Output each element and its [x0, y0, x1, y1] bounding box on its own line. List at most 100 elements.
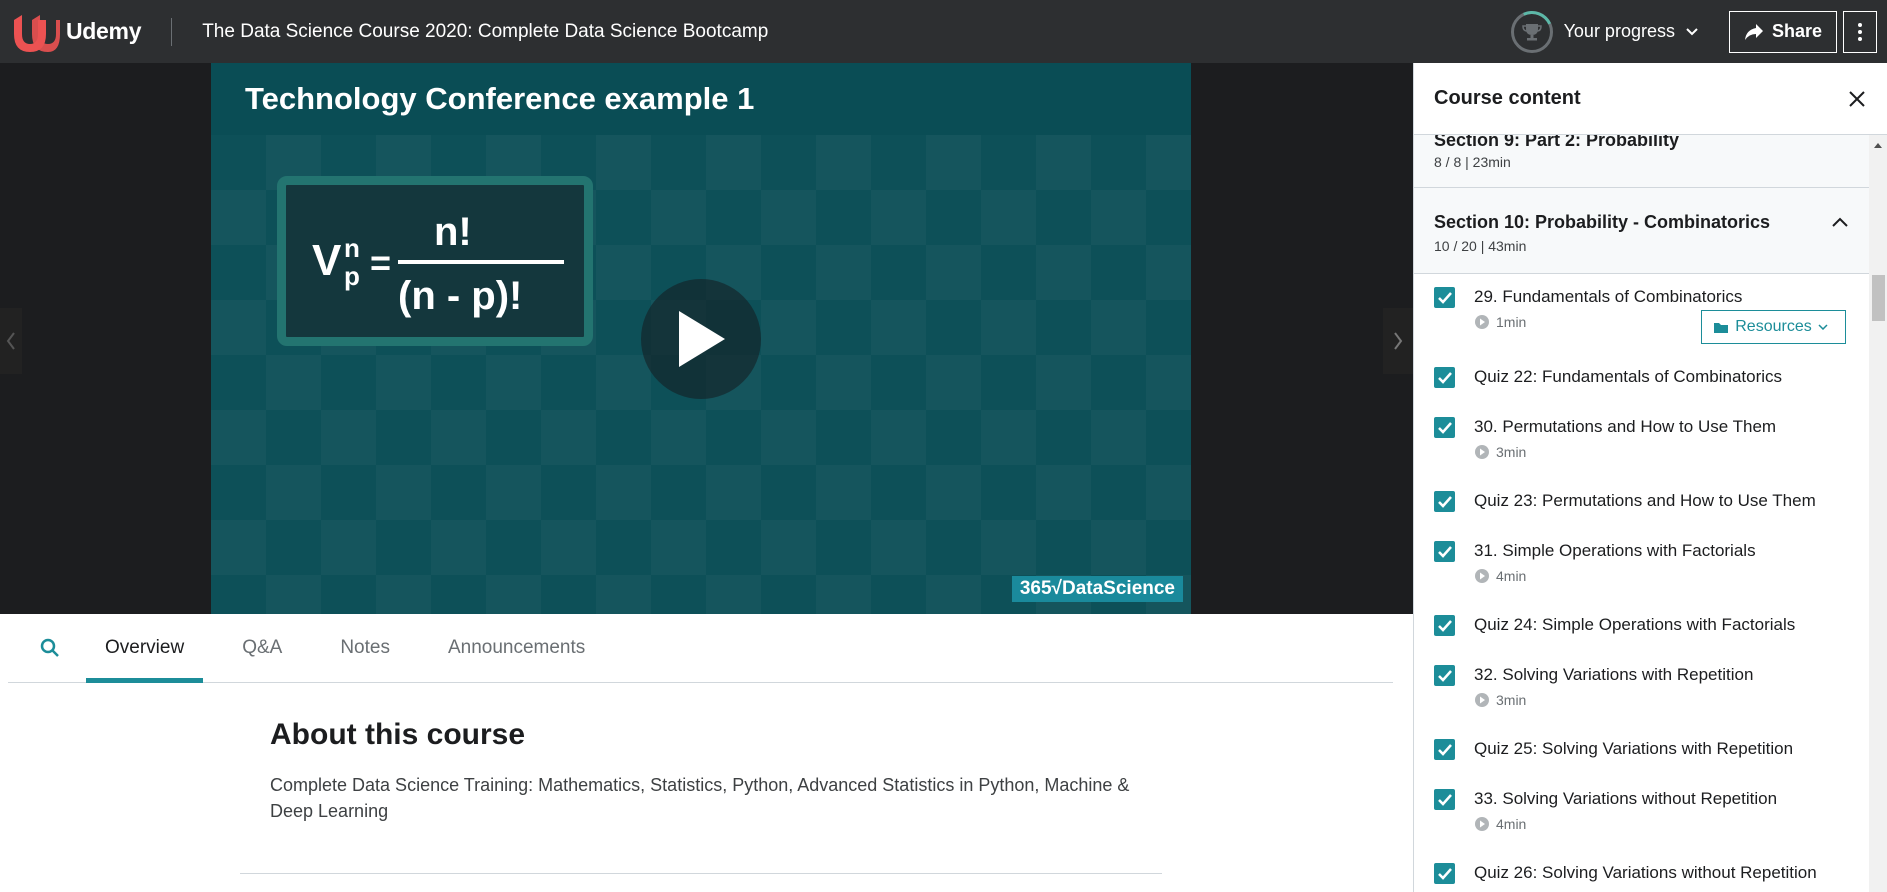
lecture-item[interactable]: 29. Fundamentals of Combinatorics 1min R…: [1414, 287, 1869, 357]
completed-checkbox[interactable]: [1434, 541, 1455, 562]
lecture-title: 30. Permutations and How to Use Them: [1474, 417, 1777, 436]
play-circle-icon: [1475, 817, 1489, 831]
completed-checkbox[interactable]: [1434, 789, 1455, 810]
lecture-item[interactable]: 30. Permutations and How to Use Them 3mi…: [1414, 417, 1869, 460]
365-datascience-badge: 365√DataScience: [1011, 576, 1183, 602]
tab-notes[interactable]: Notes: [321, 614, 409, 683]
slide-title: Technology Conference example 1: [245, 81, 755, 116]
chevron-down-icon[interactable]: [1685, 27, 1699, 37]
play-circle-icon: [1475, 693, 1489, 707]
completed-checkbox[interactable]: [1434, 739, 1455, 760]
completed-checkbox[interactable]: [1434, 287, 1455, 308]
resources-label: Resources: [1735, 318, 1812, 335]
scroll-up-arrow-icon[interactable]: [1873, 141, 1883, 149]
duration-text: 3min: [1496, 692, 1527, 708]
section-header-9[interactable]: Section 9: Part 2: Probability 8 / 8 | 2…: [1414, 135, 1869, 188]
search-icon: [40, 638, 59, 657]
checkmark-icon: [1437, 669, 1452, 682]
svg-text:V: V: [312, 236, 342, 285]
svg-text:n!: n!: [434, 210, 472, 254]
play-circle-icon: [1475, 315, 1489, 329]
progress-label[interactable]: Your progress: [1564, 21, 1675, 42]
checkmark-icon: [1437, 421, 1452, 434]
search-button[interactable]: [14, 614, 86, 683]
folder-icon: [1714, 322, 1729, 333]
lecture-title: 32. Solving Variations with Repetition: [1474, 665, 1754, 684]
lecture-item[interactable]: 31. Simple Operations with Factorials 4m…: [1414, 541, 1869, 584]
duration-text: 1min: [1496, 314, 1527, 330]
lecture-item[interactable]: 32. Solving Variations with Repetition 3…: [1414, 665, 1869, 708]
tab-qa[interactable]: Q&A: [223, 614, 301, 683]
quiz-item[interactable]: Quiz 24: Simple Operations with Factoria…: [1414, 615, 1869, 636]
duration-text: 4min: [1496, 816, 1527, 832]
completed-checkbox[interactable]: [1434, 417, 1455, 438]
lecture-duration: 3min: [1474, 692, 1869, 708]
share-button[interactable]: Share: [1728, 10, 1837, 53]
udemy-logo[interactable]: Udemy: [0, 0, 142, 63]
next-lecture-button[interactable]: [1383, 308, 1413, 374]
completed-checkbox[interactable]: [1434, 367, 1455, 388]
section-meta: 8 / 8 | 23min: [1434, 154, 1511, 170]
about-title: About this course: [270, 718, 526, 751]
lecture-title: 33. Solving Variations without Repetitio…: [1474, 789, 1778, 808]
checkmark-icon: [1437, 867, 1452, 880]
svg-text:(n - p)!: (n - p)!: [398, 274, 522, 318]
checkmark-icon: [1437, 545, 1452, 558]
checkmark-icon: [1437, 371, 1452, 384]
lecture-item[interactable]: 33. Solving Variations without Repetitio…: [1414, 789, 1869, 832]
sidebar-scrollbar[interactable]: [1869, 135, 1887, 892]
lecture-duration: 4min: [1474, 568, 1869, 584]
resources-button[interactable]: Resources: [1701, 310, 1846, 344]
lecture-duration: 3min: [1474, 444, 1869, 460]
section-title: Section 9: Part 2: Probability: [1434, 135, 1680, 150]
lecture-title: 29. Fundamentals of Combinatorics: [1474, 287, 1743, 306]
completed-checkbox[interactable]: [1434, 491, 1455, 512]
brand-name: Udemy: [66, 18, 142, 44]
course-title[interactable]: The Data Science Course 2020: Complete D…: [202, 21, 768, 43]
progress-ring[interactable]: [1510, 10, 1553, 53]
quiz-item[interactable]: Quiz 23: Permutations and How to Use The…: [1414, 491, 1869, 512]
slide-header: Technology Conference example 1: [211, 63, 1191, 135]
tab-overview[interactable]: Overview: [86, 614, 204, 683]
share-arrow-icon: [1744, 23, 1763, 40]
completed-checkbox[interactable]: [1434, 615, 1455, 636]
play-circle-icon: [1475, 569, 1489, 583]
duration-text: 4min: [1496, 568, 1527, 584]
section-meta: 10 / 20 | 43min: [1434, 238, 1527, 254]
close-sidebar-button[interactable]: [1845, 87, 1869, 111]
formula-board: V n p = n! (n - p)!: [277, 176, 593, 346]
lecture-title: Quiz 24: Simple Operations with Factoria…: [1474, 615, 1796, 634]
close-icon: [1849, 90, 1865, 107]
completed-checkbox[interactable]: [1434, 863, 1455, 884]
previous-lecture-button[interactable]: [0, 308, 22, 374]
completed-checkbox[interactable]: [1434, 665, 1455, 686]
section-header-10[interactable]: Section 10: Probability - Combinatorics …: [1414, 188, 1869, 274]
svg-text:=: =: [370, 242, 391, 283]
video-player[interactable]: Technology Conference example 1 V n p = …: [0, 63, 1413, 614]
lecture-title: Quiz 23: Permutations and How to Use The…: [1474, 491, 1816, 510]
play-button[interactable]: [641, 279, 761, 399]
about-description: Complete Data Science Training: Mathemat…: [270, 775, 1130, 821]
video-slide: Technology Conference example 1 V n p = …: [211, 63, 1191, 614]
lecture-title: Quiz 25: Solving Variations with Repetit…: [1474, 739, 1794, 758]
lecture-title: Quiz 26: Solving Variations without Repe…: [1474, 863, 1817, 882]
share-label: Share: [1771, 21, 1822, 41]
more-options-button[interactable]: [1843, 10, 1877, 53]
quiz-item[interactable]: Quiz 22: Fundamentals of Combinatorics: [1414, 367, 1869, 388]
quiz-item[interactable]: Quiz 26: Solving Variations without Repe…: [1414, 863, 1869, 884]
section-title: Section 10: Probability - Combinatorics: [1434, 212, 1771, 232]
about-section: About this course Complete Data Science …: [270, 718, 1170, 824]
scrollbar-thumb[interactable]: [1872, 275, 1885, 321]
vertical-dots-icon: [1858, 22, 1862, 41]
about-divider: [240, 873, 1162, 874]
checkmark-icon: [1437, 743, 1452, 756]
checkmark-icon: [1437, 619, 1452, 632]
variations-formula: V n p = n! (n - p)!: [312, 210, 564, 318]
play-circle-icon: [1475, 445, 1489, 459]
tab-announcements[interactable]: Announcements: [429, 614, 604, 683]
chevron-up-icon: [1832, 217, 1848, 227]
checkmark-icon: [1437, 495, 1452, 508]
lecture-title: 31. Simple Operations with Factorials: [1474, 541, 1756, 560]
checkmark-icon: [1437, 793, 1452, 806]
quiz-item[interactable]: Quiz 25: Solving Variations with Repetit…: [1414, 739, 1869, 760]
